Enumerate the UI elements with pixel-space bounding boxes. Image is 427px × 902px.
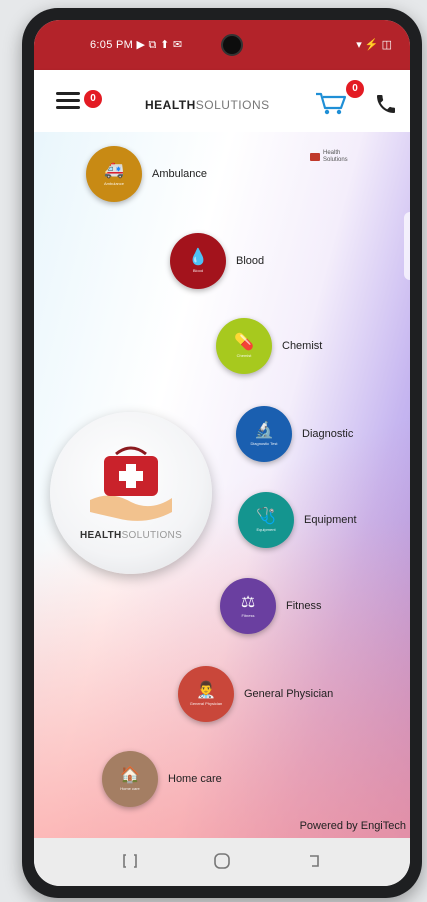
service-glyph: 🔬	[254, 422, 274, 439]
service-item-chemist[interactable]: 💊 Chemist Chemist	[216, 318, 322, 374]
service-icon-caption: Home care	[120, 786, 140, 791]
recent-apps-button[interactable]	[120, 851, 140, 871]
cart-icon[interactable]	[314, 90, 348, 116]
brand-logo: HEALTHSOLUTIONS	[145, 98, 270, 112]
service-label: Chemist	[282, 340, 323, 352]
service-glyph: 🏠	[120, 767, 140, 784]
hub-brand-label: HEALTHSOLUTIONS	[79, 530, 183, 541]
partner-logo: Health Solutions	[310, 150, 348, 164]
health-solutions-hub[interactable]: HEALTHSOLUTIONS	[50, 412, 212, 574]
service-label: Ambulance	[152, 168, 208, 180]
service-icon-caption: Blood	[192, 268, 204, 273]
services-panel: Health Solutions HEALTHSOLUTIONS 🚑 Ambulan…	[34, 132, 410, 838]
service-item-diagnostic[interactable]: 🔬 Diagnostic Test Diagnostic	[236, 406, 353, 462]
service-glyph: 🩺	[256, 508, 276, 525]
service-label: Blood	[236, 255, 265, 267]
fitness-icon[interactable]: ⚖ Fitness	[220, 578, 276, 634]
service-icon-caption: Fitness	[241, 613, 255, 618]
service-item-equipment[interactable]: 🩺 Equipment Equipment	[238, 492, 357, 548]
service-item-fitness[interactable]: ⚖ Fitness Fitness	[220, 578, 321, 634]
service-glyph: 👨‍⚕️	[196, 682, 216, 699]
cart-count-badge: 0	[346, 80, 364, 98]
service-label: Fitness	[286, 600, 322, 612]
service-item-general-physician[interactable]: 👨‍⚕️ General Physician General Physician	[178, 666, 333, 722]
hamburger-menu-icon[interactable]	[56, 92, 80, 110]
service-icon-caption: Ambulance	[103, 181, 124, 186]
service-glyph: 💧	[188, 249, 208, 266]
service-label: Home care	[168, 773, 222, 785]
general-physician-icon[interactable]: 👨‍⚕️ General Physician	[178, 666, 234, 722]
brand-bold: HEALTH	[145, 98, 196, 112]
brand-light: SOLUTIONS	[195, 98, 270, 112]
service-label: Equipment	[304, 514, 357, 526]
service-icon-caption: General Physician	[189, 701, 223, 706]
service-glyph: 🚑	[104, 162, 124, 179]
back-button[interactable]	[304, 851, 324, 871]
screen: 6:05 PM ▶ ⧉ ⬆ ✉ ▾ ⚡ ◫ 0 HEALTHSOLUTIONS …	[34, 20, 410, 886]
system-icons: ▾ ⚡ ◫	[356, 39, 392, 51]
app-bar: 0 HEALTHSOLUTIONS 0	[34, 70, 410, 132]
service-icon-caption: Chemist	[236, 353, 252, 358]
front-camera	[221, 34, 243, 56]
service-glyph: ⚖	[240, 594, 256, 611]
service-label: General Physician	[244, 688, 334, 700]
menu-notification-badge: 0	[84, 90, 102, 108]
status-time: 6:05 PM ▶ ⧉ ⬆ ✉	[90, 39, 183, 51]
service-icon-caption: Equipment	[256, 527, 276, 532]
service-item-home-care[interactable]: 🏠 Home care Home care	[102, 751, 222, 807]
phone-call-icon[interactable]	[374, 92, 398, 116]
home-care-icon[interactable]: 🏠 Home care	[102, 751, 158, 807]
system-navigation-bar	[34, 838, 410, 886]
ambulance-icon[interactable]: 🚑 Ambulance	[86, 146, 142, 202]
service-icon-caption: Diagnostic Test	[250, 441, 278, 446]
phone-frame: 6:05 PM ▶ ⧉ ⬆ ✉ ▾ ⚡ ◫ 0 HEALTHSOLUTIONS …	[22, 8, 422, 898]
diagnostic-icon[interactable]: 🔬 Diagnostic Test	[236, 406, 292, 462]
powered-by-label: Powered by EngiTech	[299, 820, 406, 832]
service-glyph: 💊	[234, 334, 254, 351]
chemist-icon[interactable]: 💊 Chemist	[216, 318, 272, 374]
service-item-ambulance[interactable]: 🚑 Ambulance Ambulance	[86, 146, 207, 202]
service-label: Diagnostic	[302, 428, 354, 440]
home-button[interactable]	[212, 851, 232, 871]
side-drawer-handle[interactable]	[404, 212, 410, 280]
service-item-blood[interactable]: 💧 Blood Blood	[170, 233, 264, 289]
equipment-icon[interactable]: 🩺 Equipment	[238, 492, 294, 548]
first-aid-kit-icon	[90, 446, 172, 521]
status-bar: 6:05 PM ▶ ⧉ ⬆ ✉ ▾ ⚡ ◫	[34, 20, 410, 70]
blood-icon[interactable]: 💧 Blood	[170, 233, 226, 289]
